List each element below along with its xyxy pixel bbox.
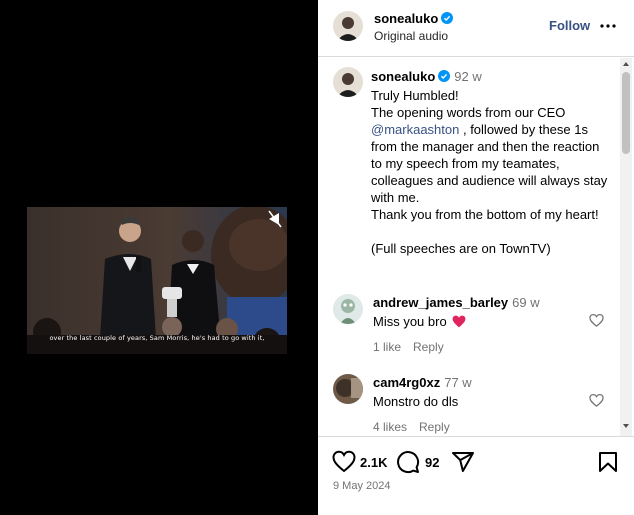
comment-username[interactable]: cam4rg0xz [373, 375, 440, 390]
video-frame [27, 207, 287, 354]
save-icon[interactable] [596, 450, 620, 474]
caption-time: 92 w [454, 69, 482, 84]
mention-link[interactable]: @markaashton [371, 122, 459, 137]
scrollbar-thumb[interactable] [622, 72, 630, 154]
reply-button[interactable]: Reply [413, 340, 444, 354]
comments-count[interactable]: 92 [425, 455, 439, 470]
heart-icon[interactable] [589, 313, 604, 328]
scroll-up-icon[interactable] [622, 60, 630, 68]
comment-header: cam4rg0xz 77 w [373, 375, 472, 390]
comment-time: 69 w [512, 295, 540, 310]
verified-badge-icon [438, 70, 451, 82]
post-username[interactable]: sonealuko [374, 11, 454, 26]
follow-button[interactable]: Follow [549, 18, 590, 33]
heart-icon[interactable] [589, 393, 604, 408]
more-options-icon[interactable] [599, 17, 617, 35]
comment-text: Miss you bro [373, 314, 466, 329]
scroll-down-icon[interactable] [622, 422, 630, 430]
comment-meta: 1 like Reply [373, 340, 456, 354]
comment-item: andrew_james_barley 69 w Miss you bro 1 l… [318, 294, 634, 364]
caption-text: Truly Humbled! The opening words from ou… [371, 87, 611, 257]
comment-text: Monstro do dls [373, 394, 459, 409]
post-header: sonealuko Original audio Follow [318, 0, 634, 57]
video-subtitle: over the last couple of years, Sam Morri… [49, 334, 265, 342]
comment-meta: 4 likes Reply [373, 420, 462, 434]
caption-line: The opening words from our CEO @markaash… [371, 105, 608, 205]
red-heart-emoji-icon [452, 315, 466, 328]
caption-header: sonealuko 92 w [371, 69, 482, 84]
comment-icon[interactable] [396, 450, 420, 474]
comment-likes[interactable]: 4 likes [373, 420, 407, 434]
audio-link[interactable]: Original audio [374, 29, 448, 43]
post-panel: sonealuko Original audio Follow sonealuk… [318, 0, 634, 515]
caption-username[interactable]: sonealuko [371, 69, 435, 84]
comment-time: 77 w [444, 375, 472, 390]
avatar[interactable] [333, 374, 363, 404]
reply-button[interactable]: Reply [419, 420, 450, 434]
comment-likes[interactable]: 1 like [373, 340, 401, 354]
post-date: 9 May 2024 [333, 480, 391, 492]
heart-icon[interactable] [332, 450, 356, 474]
caption-line: Truly Humbled! [371, 88, 459, 103]
mute-icon[interactable] [265, 209, 285, 229]
comment-item: cam4rg0xz 77 w Monstro do dls 4 likes Repl… [318, 374, 634, 436]
comment-header: andrew_james_barley 69 w [373, 295, 540, 310]
caption-line: Thank you from the bottom of my heart! [371, 207, 599, 222]
caption-line: (Full speeches are on TownTV) [371, 241, 551, 256]
avatar[interactable] [333, 67, 363, 97]
likes-count[interactable]: 2.1K [360, 455, 387, 470]
avatar[interactable] [333, 11, 363, 41]
media-pane: over the last couple of years, Sam Morri… [0, 0, 318, 515]
comments-scroll-area[interactable]: sonealuko 92 w Truly Humbled! The opening… [318, 58, 634, 436]
comment-username[interactable]: andrew_james_barley [373, 295, 508, 310]
verified-badge-icon [441, 12, 454, 24]
share-icon[interactable] [451, 450, 475, 474]
action-bar: 2.1K 92 9 May 2024 [318, 436, 634, 515]
reel-video[interactable]: over the last couple of years, Sam Morri… [27, 207, 287, 354]
avatar[interactable] [333, 294, 363, 324]
